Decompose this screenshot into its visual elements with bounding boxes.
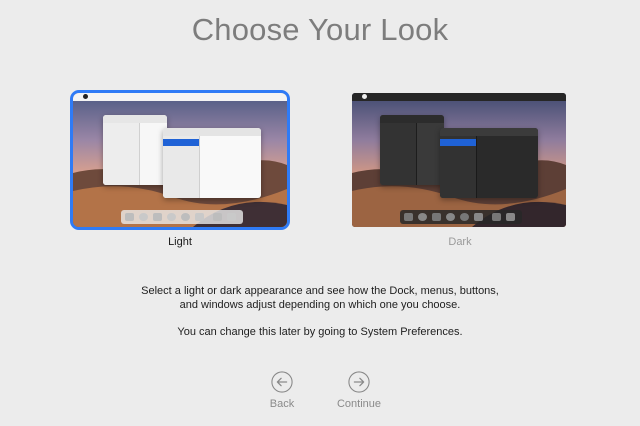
back-button[interactable]: Back <box>242 371 322 410</box>
dock-light <box>121 210 243 224</box>
page-title: Choose Your Look <box>191 12 449 47</box>
description-line-2: and windows adjust depending on which on… <box>179 299 461 311</box>
description-line-1: Select a light or dark appearance and se… <box>141 285 499 297</box>
dark-preview-thumbnail <box>352 93 566 227</box>
back-window-light <box>103 115 167 185</box>
dock-dark <box>400 210 522 224</box>
menu-bar <box>73 93 287 101</box>
front-window-dark <box>440 128 538 198</box>
back-window-dark <box>380 115 444 185</box>
dark-appearance-option[interactable] <box>350 90 570 230</box>
continue-button[interactable]: Continue <box>319 371 399 410</box>
back-label: Back <box>269 398 295 410</box>
description-line-3: You can change this later by going to Sy… <box>177 326 463 338</box>
continue-label: Continue <box>336 398 382 410</box>
apple-icon <box>362 94 367 99</box>
light-appearance-option[interactable] <box>70 90 290 230</box>
front-window-light <box>163 128 261 198</box>
dark-option-label[interactable]: Dark <box>350 236 570 248</box>
arrow-left-circle-icon <box>271 371 293 393</box>
arrow-right-circle-icon <box>348 371 370 393</box>
menu-bar <box>352 93 566 101</box>
apple-icon <box>83 94 88 99</box>
light-preview-thumbnail <box>73 93 287 227</box>
light-option-label[interactable]: Light <box>70 236 290 248</box>
